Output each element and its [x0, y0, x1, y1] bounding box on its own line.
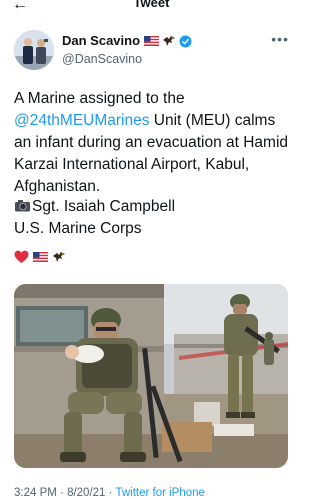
separator: · [56, 487, 68, 499]
tweet-text-part: A Marine assigned to the [14, 90, 185, 107]
credit-name: Sgt. Isaiah Campbell [32, 198, 176, 215]
tweet-source-link[interactable]: Twitter for iPhone [115, 487, 204, 499]
eagle-emoji [163, 36, 176, 46]
us-flag-emoji [33, 252, 48, 262]
tweet-date: 8/20/21 [67, 487, 106, 499]
credit-org: U.S. Marine Corps [14, 220, 142, 237]
avatar[interactable] [14, 30, 54, 70]
tweet-text: A Marine assigned to the @24thMEUMarines… [14, 88, 294, 198]
photo-credit: Sgt. Isaiah Campbell U.S. Marine Corps [14, 196, 294, 240]
tweet-photo[interactable] [14, 284, 288, 468]
tweet-metadata: 3:24 PM · 8/20/21 · Twitter for iPhone [14, 486, 205, 500]
verified-badge-icon [179, 35, 192, 47]
author-block: Dan Scavino @DanScavino [62, 33, 192, 67]
camera-flash-emoji [15, 199, 30, 212]
red-heart-emoji [14, 250, 29, 263]
mention-link[interactable]: @24thMEUMarines [14, 112, 149, 129]
avatar-photo [14, 30, 54, 70]
separator: · [105, 487, 116, 499]
marine-holding-infant-photo [14, 284, 288, 468]
author-display-name[interactable]: Dan Scavino [62, 33, 140, 49]
eagle-emoji [53, 252, 65, 262]
tweet-time: 3:24 PM [14, 487, 57, 499]
author-handle[interactable]: @DanScavino [62, 51, 192, 67]
emoji-row [14, 248, 66, 266]
us-flag-emoji [144, 36, 160, 46]
page-title: Tweet [133, 0, 170, 10]
more-options-icon[interactable]: ••• [271, 32, 289, 46]
top-navigation-bar: ← Tweet [0, 0, 303, 13]
